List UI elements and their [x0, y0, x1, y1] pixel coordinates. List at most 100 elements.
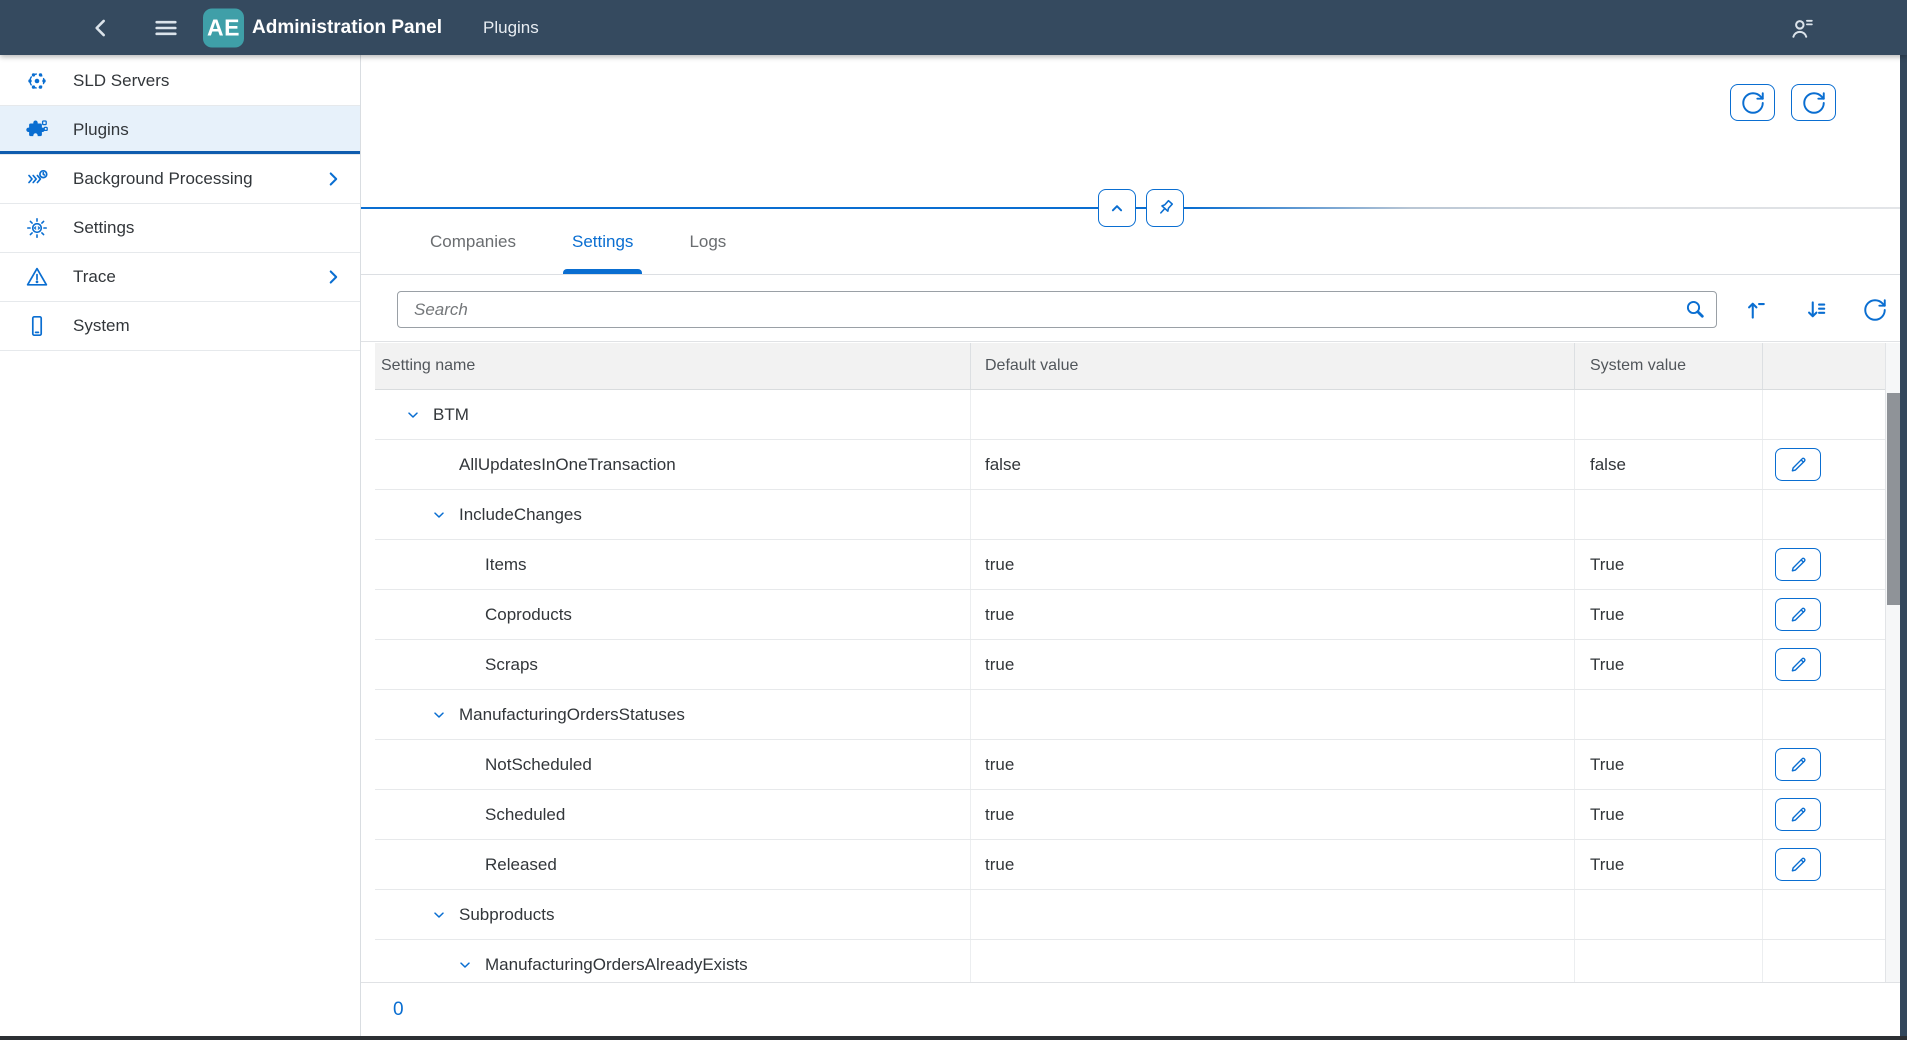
edit-button[interactable]	[1775, 798, 1821, 831]
actions-cell	[1763, 390, 1885, 439]
default-value-cell: true	[971, 590, 1575, 639]
sidebar-item-sld-servers[interactable]: SLD Servers	[0, 57, 360, 106]
table-row-subproducts[interactable]: Subproducts	[375, 890, 1885, 940]
sidebar-item-system[interactable]: System	[0, 302, 360, 351]
trace-icon	[25, 265, 49, 289]
system-value-cell: True	[1575, 540, 1763, 589]
table-row-released[interactable]: Released true True	[375, 840, 1885, 890]
sort-ascending-icon	[1743, 297, 1769, 323]
table-refresh-button[interactable]	[1862, 297, 1888, 323]
setting-name: Released	[485, 855, 557, 875]
default-value-cell: false	[971, 440, 1575, 489]
sidebar-item-label: System	[73, 316, 130, 336]
expand-toggle-icon[interactable]	[431, 507, 447, 523]
actions-cell	[1763, 890, 1885, 939]
actions-cell	[1763, 440, 1885, 489]
setting-name: Scheduled	[485, 805, 565, 825]
default-value-cell: true	[971, 540, 1575, 589]
column-header-default-value[interactable]: Default value	[971, 343, 1575, 389]
expand-toggle-icon[interactable]	[457, 957, 473, 973]
actions-cell	[1763, 490, 1885, 539]
system-value-cell: True	[1575, 840, 1763, 889]
actions-cell	[1763, 640, 1885, 689]
table-row-manufacturingordersstatuses[interactable]: ManufacturingOrdersStatuses	[375, 690, 1885, 740]
table-toolbar	[361, 276, 1900, 342]
tab-companies[interactable]: Companies	[424, 209, 522, 274]
actions-cell	[1763, 540, 1885, 589]
table-row-allupdatesinonetransaction[interactable]: AllUpdatesInOneTransaction false false	[375, 440, 1885, 490]
expand-toggle-icon[interactable]	[431, 907, 447, 923]
user-menu-button[interactable]	[1788, 14, 1815, 41]
window-bottom-edge	[0, 1036, 1907, 1040]
sidebar-item-settings[interactable]: Settings	[0, 204, 360, 253]
edit-button[interactable]	[1775, 598, 1821, 631]
edit-button[interactable]	[1775, 648, 1821, 681]
expand-toggle-icon[interactable]	[405, 407, 421, 423]
chevron-right-icon	[322, 168, 344, 190]
system-value-cell: True	[1575, 740, 1763, 789]
sort-ascending-button[interactable]	[1743, 297, 1769, 323]
plugins-icon	[25, 118, 49, 142]
default-value-cell	[971, 390, 1575, 439]
actions-cell	[1763, 790, 1885, 839]
system-value-cell: True	[1575, 790, 1763, 839]
table-row-notscheduled[interactable]: NotScheduled true True	[375, 740, 1885, 790]
tab-settings[interactable]: Settings	[566, 209, 639, 274]
pin-header-button[interactable]	[1146, 189, 1184, 227]
system-value-cell	[1575, 890, 1763, 939]
pin-icon	[1154, 197, 1176, 219]
sidebar-item-background-processing[interactable]: Background Processing	[0, 155, 360, 204]
sidebar-item-plugins[interactable]: Plugins	[0, 106, 360, 155]
setting-name: BTM	[433, 405, 469, 425]
table-row-includechanges[interactable]: IncludeChanges	[375, 490, 1885, 540]
table-row-items[interactable]: Items true True	[375, 540, 1885, 590]
chevron-right-icon	[322, 266, 344, 288]
sort-descending-button[interactable]	[1803, 297, 1829, 323]
back-button[interactable]	[88, 15, 114, 41]
default-value-cell: true	[971, 840, 1575, 889]
actions-cell	[1763, 840, 1885, 889]
table-row-btm[interactable]: BTM	[375, 390, 1885, 440]
sidebar-item-trace[interactable]: Trace	[0, 253, 360, 302]
system-value-cell	[1575, 690, 1763, 739]
table-row-scraps[interactable]: Scraps true True	[375, 640, 1885, 690]
main-content: Companies Settings Logs Setting name Defau…	[361, 55, 1907, 1040]
table-row-scheduled[interactable]: Scheduled true True	[375, 790, 1885, 840]
system-value-cell: True	[1575, 590, 1763, 639]
expand-toggle-icon[interactable]	[431, 707, 447, 723]
row-count[interactable]: 0	[393, 999, 404, 1021]
refresh-button-1[interactable]	[1730, 84, 1775, 121]
settings-icon	[25, 216, 49, 240]
sidebar-item-label: Settings	[73, 218, 134, 238]
edit-button[interactable]	[1775, 848, 1821, 881]
refresh-button-2[interactable]	[1791, 84, 1836, 121]
default-value-cell	[971, 940, 1575, 982]
refresh-icon	[1801, 90, 1827, 116]
edit-button[interactable]	[1775, 748, 1821, 781]
system-value-cell: false	[1575, 440, 1763, 489]
column-header-system-value[interactable]: System value	[1575, 343, 1763, 389]
tab-logs[interactable]: Logs	[683, 209, 732, 274]
scrollbar-thumb[interactable]	[1887, 393, 1900, 605]
vertical-scrollbar[interactable]	[1885, 343, 1900, 982]
sidebar-item-label: SLD Servers	[73, 71, 169, 91]
administration-panel-window: AE Administration Panel Plugins SLD Serv…	[0, 0, 1907, 1040]
search-input[interactable]	[397, 291, 1717, 328]
setting-name: ManufacturingOrdersAlreadyExists	[485, 955, 748, 975]
table-row-manufacturingordersalreadyexists[interactable]: ManufacturingOrdersAlreadyExists	[375, 940, 1885, 982]
refresh-icon	[1862, 297, 1888, 323]
system-icon	[25, 314, 49, 338]
edit-button[interactable]	[1775, 548, 1821, 581]
system-value-cell: True	[1575, 640, 1763, 689]
sidebar-menu: SLD Servers Plugins Background Processin…	[0, 57, 360, 351]
search-icon[interactable]	[1683, 297, 1707, 321]
sidebar-item-label: Trace	[73, 267, 116, 287]
table-row-coproducts[interactable]: Coproducts true True	[375, 590, 1885, 640]
background-processing-icon	[25, 167, 49, 191]
default-value-cell: true	[971, 790, 1575, 839]
edit-button[interactable]	[1775, 448, 1821, 481]
column-header-setting-name[interactable]: Setting name	[375, 343, 971, 389]
system-value-cell	[1575, 390, 1763, 439]
menu-button[interactable]	[152, 14, 180, 42]
collapse-header-button[interactable]	[1098, 189, 1136, 227]
